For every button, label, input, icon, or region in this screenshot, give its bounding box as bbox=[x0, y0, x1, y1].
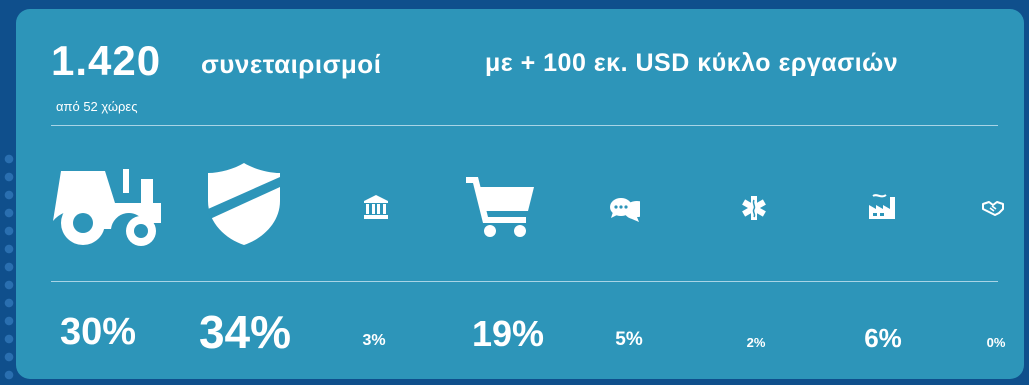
shopping-cart-icon bbox=[466, 177, 534, 237]
percent-bank: 3% bbox=[362, 332, 386, 349]
percent-tractor: 30% bbox=[59, 311, 137, 353]
chat-bubbles-icon bbox=[610, 198, 640, 222]
tractor-icon bbox=[53, 169, 161, 246]
stats-card: 1.420 συνεταιρισμοί με + 100 εκ. USD κύκ… bbox=[16, 9, 1024, 379]
percent-chat: 5% bbox=[615, 329, 643, 350]
percent-handshake: 0% bbox=[986, 335, 1006, 350]
cooperatives-label: συνεταιρισμοί bbox=[201, 49, 382, 79]
handshake-icon bbox=[982, 201, 1004, 216]
bottom-divider bbox=[51, 281, 998, 282]
bank-icon bbox=[364, 195, 388, 219]
percent-factory: 6% bbox=[864, 323, 902, 353]
top-divider bbox=[51, 125, 998, 126]
percent-shield: 34% bbox=[198, 306, 292, 358]
countries-subtitle: από 52 χώρες bbox=[56, 99, 138, 114]
cooperatives-count: 1.420 bbox=[51, 37, 162, 84]
medical-star-icon bbox=[742, 196, 766, 220]
shield-icon bbox=[208, 163, 280, 245]
percent-medical: 2% bbox=[746, 335, 766, 350]
turnover-text: με + 100 εκ. USD κύκλο εργασιών bbox=[485, 49, 899, 77]
percent-cart: 19% bbox=[471, 313, 545, 354]
factory-icon bbox=[869, 194, 895, 219]
